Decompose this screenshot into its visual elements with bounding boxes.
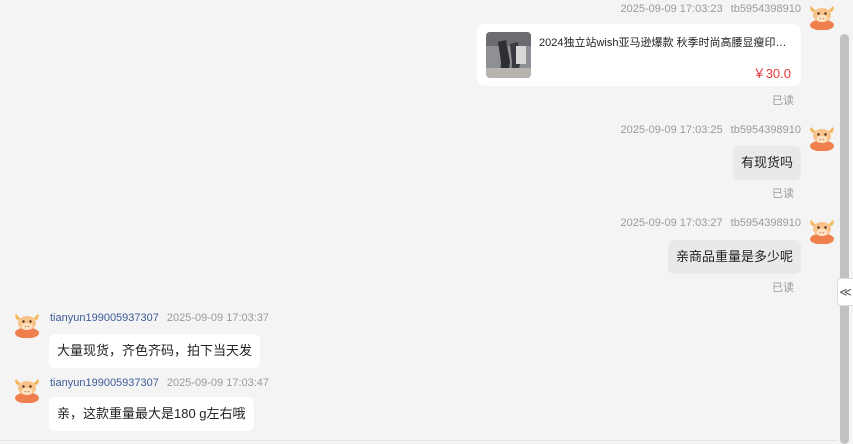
message-time: 2025-09-09 17:03:23 [620,3,723,15]
message-meta: tianyun199005937307 2025-09-09 17:03:47 [50,377,269,389]
sender-name: tianyun199005937307 [50,312,159,324]
chat-message-list[interactable]: 2025-09-09 17:03:23 tb5954398910 2024独立站w… [0,0,838,444]
product-thumbnail[interactable] [486,32,531,78]
read-status: 已读 [772,95,794,107]
message-time: 2025-09-09 17:03:47 [166,377,270,389]
sender-name: tb5954398910 [730,217,801,229]
cartoon-cow-avatar-icon[interactable] [14,377,40,403]
product-title: 2024独立站wish亚马逊爆款 秋季时尚高腰显瘦印花... [539,37,791,49]
sender-name: tianyun199005937307 [50,377,159,389]
product-price: ￥30.0 [752,66,791,81]
divider [0,440,838,441]
message-meta: 2025-09-09 17:03:25 tb5954398910 [620,124,801,136]
message-meta: tianyun199005937307 2025-09-09 17:03:37 [50,312,269,324]
sender-name: tb5954398910 [730,3,801,15]
product-card[interactable]: 2024独立站wish亚马逊爆款 秋季时尚高腰显瘦印花... ￥30.0 [477,24,801,86]
scrollbar-thumb[interactable] [840,34,849,444]
cartoon-cow-avatar-icon[interactable] [809,125,835,151]
message-meta: 2025-09-09 17:03:27 tb5954398910 [620,217,801,229]
message-time: 2025-09-09 17:03:37 [166,312,270,324]
message-bubble[interactable]: 大量现货，齐色齐码，拍下当天发 [49,334,261,368]
message-time: 2025-09-09 17:03:27 [620,217,723,229]
read-status: 已读 [772,282,794,294]
message-meta: 2025-09-09 17:03:23 tb5954398910 [620,3,801,15]
cartoon-cow-avatar-icon[interactable] [809,218,835,244]
read-status: 已读 [772,188,794,200]
message-bubble[interactable]: 有现货吗 [732,146,801,180]
cartoon-cow-avatar-icon[interactable] [14,312,40,338]
sender-name: tb5954398910 [730,124,801,136]
double-chevron-left-icon[interactable]: ≪ [837,278,853,306]
vertical-scrollbar[interactable] [838,0,853,444]
message-time: 2025-09-09 17:03:25 [620,124,723,136]
message-bubble[interactable]: 亲，这款重量最大是180 g左右哦 [49,397,254,431]
message-bubble[interactable]: 亲商品重量是多少呢 [667,240,801,274]
cartoon-cow-avatar-icon[interactable] [809,4,835,30]
